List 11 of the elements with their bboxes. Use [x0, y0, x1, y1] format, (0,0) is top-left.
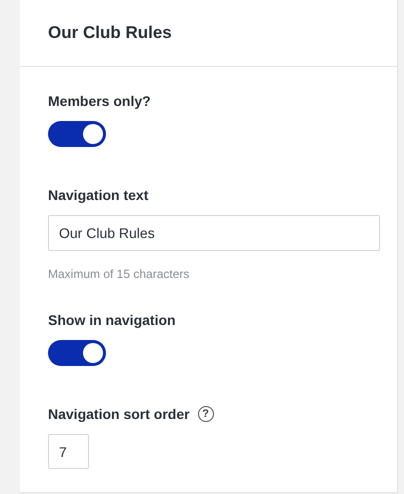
field-label: Navigation sort order	[48, 406, 190, 422]
text-field[interactable]: Our Club Rules	[48, 215, 380, 251]
number-field[interactable]: 7	[48, 434, 89, 469]
hint-text: Maximum of 15 characters	[48, 267, 190, 281]
panel-title: Our Club Rules	[48, 23, 172, 43]
field-label: Members only?	[48, 93, 151, 109]
field-label: Show in navigation	[48, 312, 176, 328]
toggle-switch[interactable]	[48, 340, 106, 366]
help-icon[interactable]: ?	[198, 406, 214, 422]
field-label: Navigation text	[48, 187, 148, 203]
toggle-switch[interactable]	[48, 121, 106, 147]
